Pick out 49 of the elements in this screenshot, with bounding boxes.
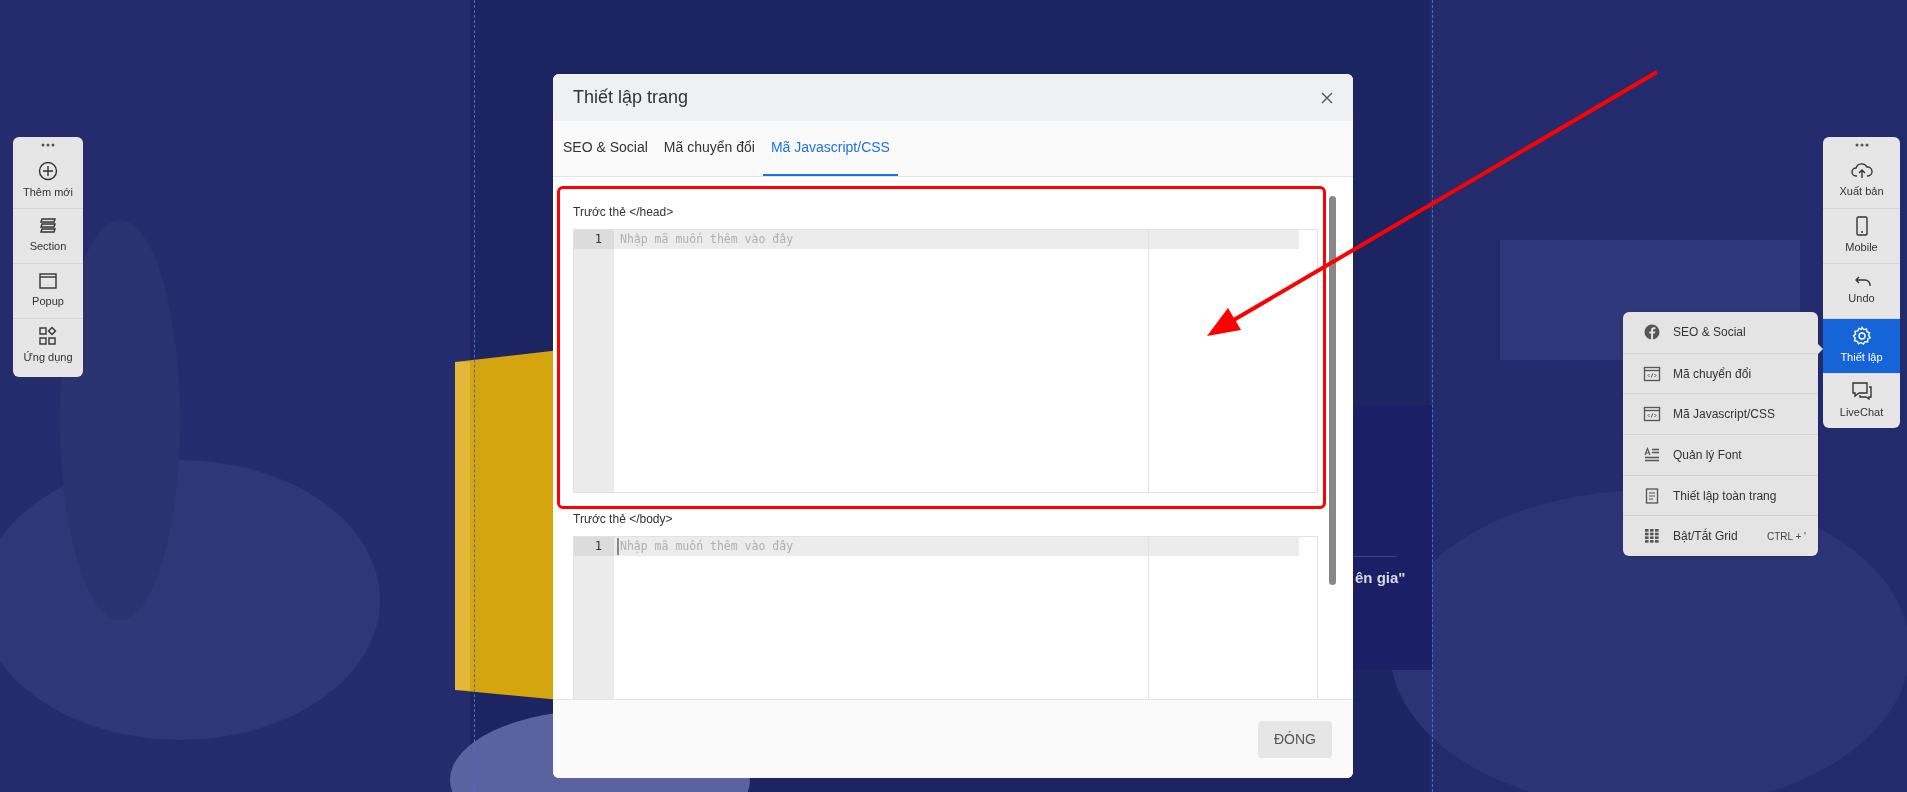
toolbar-button[interactable]: Thêm mới <box>13 153 83 208</box>
mobile-icon <box>1854 216 1869 237</box>
document-icon <box>1645 487 1659 504</box>
menu-item[interactable]: Bật/Tắt Grid CTRL + ' <box>1623 515 1818 557</box>
menu-item[interactable]: Thiết lập toàn trang <box>1623 474 1818 516</box>
line-number: 1 <box>574 537 614 556</box>
settings-icon <box>1851 326 1872 347</box>
apps-icon <box>38 326 58 347</box>
toolbar-button[interactable]: Popup <box>13 263 83 318</box>
menu-item[interactable]: SEO & Social <box>1623 312 1818 353</box>
plus-icon <box>38 160 58 181</box>
font-icon <box>1643 446 1661 463</box>
cloud-upload-icon <box>1850 161 1873 180</box>
more-icon <box>40 143 56 147</box>
layers-icon <box>38 217 58 236</box>
code-window-icon <box>1643 365 1661 382</box>
toolbar-button[interactable]: Mobile <box>1823 208 1900 263</box>
more-icon <box>1853 143 1870 147</box>
toolbar-button[interactable]: Ứng dụng <box>13 318 83 373</box>
page-heading-text: ên gia" <box>1355 568 1406 588</box>
code-editor[interactable]: 1 Nhập mã muốn thêm vào đây <box>573 229 1318 493</box>
scrollbar-thumb[interactable] <box>1329 196 1336 585</box>
toolbar-button[interactable]: Xuất bản <box>1823 153 1900 208</box>
tab[interactable]: Mã Javascript/CSS <box>762 121 898 176</box>
placeholder-text: Nhập mã muốn thêm vào đây <box>620 231 794 248</box>
toolbar-button[interactable]: Section <box>13 208 83 263</box>
close-button[interactable]: ĐÓNG <box>1258 720 1332 758</box>
shortcut-text: CTRL + ' <box>1766 529 1806 544</box>
placeholder-text: Nhập mã muốn thêm vào đây <box>620 538 794 555</box>
close-icon[interactable] <box>1321 91 1333 104</box>
code-window-icon <box>1643 406 1661 423</box>
chat-icon <box>1850 381 1873 402</box>
menu-item[interactable]: Mã chuyển đổi <box>1623 352 1818 394</box>
tab[interactable]: SEO & Social <box>555 121 656 176</box>
tab[interactable]: Mã chuyển đổi <box>655 121 763 176</box>
menu-item[interactable]: Mã Javascript/CSS <box>1623 393 1818 435</box>
dialog-title: Thiết lập trang <box>573 86 689 109</box>
menu-item[interactable]: Quản lý Font <box>1623 434 1818 475</box>
window-icon <box>38 272 58 291</box>
text-cursor <box>617 538 619 555</box>
f-logo-icon <box>1644 324 1660 341</box>
toolbar-button[interactable]: Thiết lập <box>1823 318 1900 373</box>
line-number: 1 <box>574 230 614 249</box>
field-label: Trước thẻ </head> <box>573 204 675 221</box>
divider-line <box>1353 556 1397 557</box>
toolbar-button[interactable]: LiveChat <box>1823 373 1900 428</box>
grid-icon <box>1644 528 1660 545</box>
field-label: Trước thẻ </body> <box>573 511 674 528</box>
code-editor[interactable]: 1 Nhập mã muốn thêm vào đây <box>573 536 1318 699</box>
